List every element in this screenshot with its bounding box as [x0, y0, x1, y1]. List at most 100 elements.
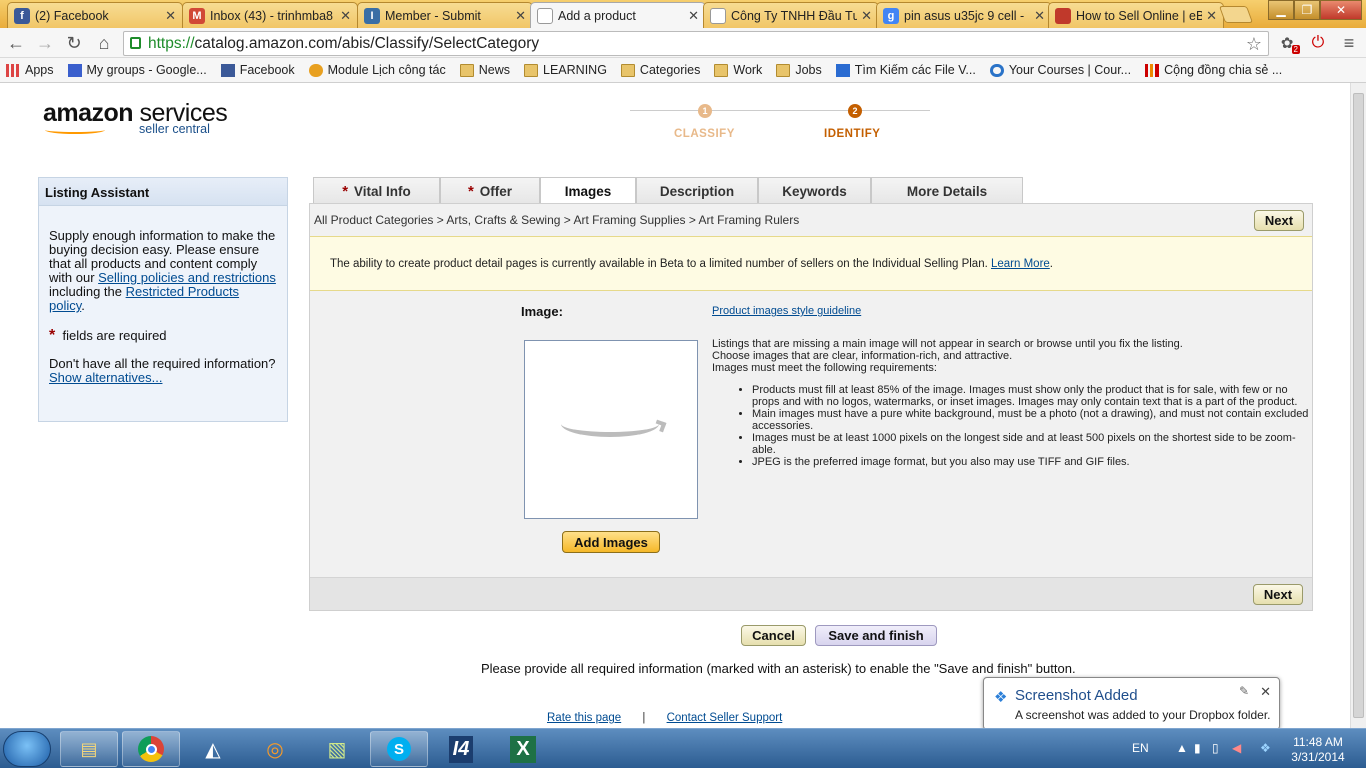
bookmark-facebook[interactable]: Facebook — [220, 63, 295, 77]
reload-icon[interactable]: ↻ — [63, 32, 85, 54]
list-item: Products must fill at least 85% of the i… — [752, 384, 1312, 408]
address-bar[interactable]: https://catalog.amazon.com/abis/Classify… — [123, 31, 1269, 56]
images-panel: All Product Categories > Arts, Crafts & … — [309, 203, 1313, 611]
show-alternatives-link[interactable]: Show alternatives... — [49, 370, 162, 385]
intro-text: including the — [49, 284, 126, 299]
next-button-top[interactable]: Next — [1254, 210, 1304, 231]
home-icon[interactable]: ⌂ — [93, 32, 115, 54]
bookmark-categories[interactable]: Categories — [620, 63, 700, 77]
tab-label: Images — [564, 184, 612, 199]
bookmark-label: Jobs — [795, 63, 822, 77]
requirements-intro: Images must meet the following requireme… — [712, 362, 937, 374]
browser-tab-add-product[interactable]: Add a product ✕ — [530, 2, 706, 28]
amazon-services-logo[interactable]: amazon services seller central — [43, 99, 243, 136]
image-label: Image: — [521, 304, 563, 319]
menu-icon[interactable]: ≡ — [1338, 32, 1360, 54]
explorer-icon[interactable]: ▤ — [60, 731, 118, 767]
clock-time: 11:48 AM — [1293, 735, 1343, 749]
browser-tab-member[interactable]: I Member - Submit ✕ — [357, 2, 533, 28]
add-images-button[interactable]: Add Images — [562, 531, 660, 553]
back-icon[interactable]: ← — [5, 32, 27, 54]
window-close-icon[interactable]: ✕ — [1320, 0, 1362, 20]
tab-keywords[interactable]: Keywords — [758, 177, 871, 204]
tab-vital-info[interactable]: * Vital Info — [313, 177, 440, 204]
gmail-icon: M — [189, 7, 205, 24]
excel-icon[interactable]: X — [494, 731, 552, 767]
i4-app-icon[interactable]: I4 — [432, 731, 490, 767]
bookmark-my-groups[interactable]: My groups - Google... — [67, 63, 207, 77]
bookmark-tim-kiem[interactable]: Tìm Kiếm các File V... — [835, 63, 976, 77]
close-icon[interactable]: ✕ — [340, 8, 351, 24]
minimize-icon[interactable]: ▁ — [1268, 0, 1294, 20]
facebook-icon — [220, 63, 235, 77]
browser-tab-gmail[interactable]: M Inbox (43) - trinhmba8 ✕ — [182, 2, 358, 28]
close-icon[interactable]: ✕ — [165, 8, 176, 24]
selling-policies-link[interactable]: Selling policies and restrictions — [98, 270, 276, 285]
tab-title: pin asus u35jc 9 cell - — [904, 8, 1025, 23]
rate-page-link[interactable]: Rate this page — [547, 712, 621, 724]
tab-title: Inbox (43) - trinhmba8 — [210, 8, 333, 23]
bookmark-news[interactable]: News — [459, 63, 510, 77]
pin-icon[interactable]: ✎ — [1239, 684, 1249, 698]
close-icon[interactable]: ✕ — [1034, 8, 1045, 24]
browser-tab-ebay[interactable]: How to Sell Online | eB ✕ — [1048, 2, 1224, 28]
alternatives-text: Don't have all the required information? — [49, 356, 276, 371]
start-button[interactable] — [3, 731, 51, 767]
contact-support-link[interactable]: Contact Seller Support — [667, 712, 783, 724]
close-icon[interactable]: ✕ — [515, 8, 526, 24]
skype-icon[interactable]: S — [370, 731, 428, 767]
close-icon[interactable]: ✕ — [861, 8, 872, 24]
volume-muted-icon[interactable]: ◀ — [1232, 741, 1246, 755]
tab-description[interactable]: Description — [636, 177, 758, 204]
network-icon[interactable]: ▮ — [1194, 741, 1208, 755]
scrollbar-thumb[interactable] — [1353, 93, 1364, 718]
learn-more-link[interactable]: Learn More — [991, 258, 1050, 270]
bookmark-apps[interactable]: Apps — [6, 63, 54, 77]
tab-offer[interactable]: * Offer — [440, 177, 540, 204]
bookmark-cong-dong[interactable]: Cộng đồng chia sẻ ... — [1145, 63, 1282, 77]
fox-app-icon[interactable]: ◭ — [184, 731, 242, 767]
bookmark-courses[interactable]: Your Courses | Cour... — [989, 63, 1132, 77]
close-icon[interactable]: ✕ — [688, 8, 699, 24]
restore-icon[interactable]: ❐ — [1294, 0, 1320, 20]
browser-tab-google-search[interactable]: g pin asus u35jc 9 cell - ✕ — [876, 2, 1052, 28]
logo-bold: amazon — [43, 99, 134, 127]
browser-toolbar: ← → ↻ ⌂ https://catalog.amazon.com/abis/… — [0, 28, 1366, 58]
battery-icon[interactable]: ▯ — [1212, 741, 1226, 755]
ring-app-icon[interactable]: ◎ — [246, 731, 304, 767]
facebook-icon: f — [14, 7, 30, 24]
new-tab-button[interactable] — [1218, 6, 1254, 23]
bookmark-learning[interactable]: LEARNING — [524, 63, 607, 77]
bookmark-module[interactable]: Module Lịch công tác — [308, 63, 446, 77]
tab-label: Description — [659, 183, 735, 199]
bookmarks-bar: Apps My groups - Google... Facebook Modu… — [0, 58, 1366, 83]
forward-icon[interactable]: → — [34, 32, 56, 54]
language-indicator[interactable]: EN — [1132, 741, 1149, 755]
browser-tab-facebook[interactable]: f (2) Facebook ✕ — [7, 2, 183, 28]
cancel-button[interactable]: Cancel — [741, 625, 806, 646]
tab-images[interactable]: Images — [540, 177, 636, 205]
bookmark-label: Your Courses | Cour... — [1008, 63, 1132, 77]
tab-more-details[interactable]: More Details — [871, 177, 1023, 204]
dropbox-tray-icon[interactable]: ❖ — [1260, 741, 1274, 755]
image-preview[interactable] — [524, 340, 698, 519]
chrome-icon[interactable] — [122, 731, 180, 767]
save-and-finish-button[interactable]: Save and finish — [815, 625, 937, 646]
browser-tab-cong-ty[interactable]: Công Ty TNHH Đầu Tư ✕ — [703, 2, 879, 28]
bookmark-star-icon[interactable]: ☆ — [1246, 34, 1262, 55]
bookmark-work[interactable]: Work — [714, 63, 762, 77]
next-button-bottom[interactable]: Next — [1253, 584, 1303, 605]
clock[interactable]: 11:48 AM 3/31/2014 — [1288, 735, 1348, 765]
power-extension-icon[interactable]: ⏻ — [1307, 32, 1329, 54]
beta-notice: The ability to create product detail pag… — [310, 236, 1312, 291]
close-icon[interactable]: ✕ — [1206, 8, 1217, 24]
close-icon[interactable]: ✕ — [1260, 684, 1271, 700]
page-scrollbar[interactable] — [1350, 83, 1366, 728]
extension-icon[interactable]: ✿ 2 — [1276, 32, 1300, 54]
style-guideline-link[interactable]: Product images style guideline — [712, 305, 861, 317]
show-hidden-icons-icon[interactable]: ▲ — [1176, 741, 1190, 755]
notes-icon[interactable]: ▧ — [308, 731, 366, 767]
module-icon — [308, 63, 323, 77]
dropbox-notification[interactable]: ❖ Screenshot Added A screenshot was adde… — [983, 677, 1280, 730]
bookmark-jobs[interactable]: Jobs — [776, 63, 822, 77]
